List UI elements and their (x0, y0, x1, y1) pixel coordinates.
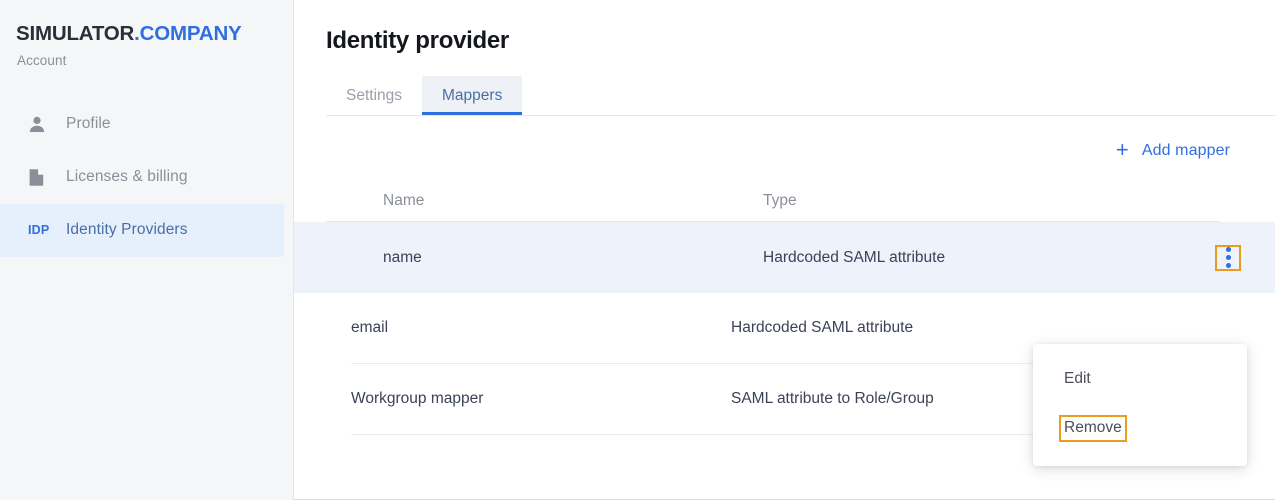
cell-mapper-name: Workgroup mapper (351, 390, 484, 407)
brand-name-accent: .COMPANY (134, 22, 242, 45)
tab-settings[interactable]: Settings (326, 76, 422, 115)
sidebar: SIMULATOR.COMPANY Account Profile Licens… (0, 0, 294, 500)
sidebar-item-label-identity-providers: Identity Providers (66, 221, 188, 239)
add-mapper-label: Add mapper (1141, 142, 1230, 159)
idp-badge-icon: IDP (28, 223, 50, 238)
column-header-name: Name (383, 191, 425, 209)
cell-mapper-type: Hardcoded SAML attribute (731, 319, 914, 336)
menu-item-remove-label: Remove (1059, 415, 1127, 442)
menu-item-edit[interactable]: Edit (1033, 363, 1247, 396)
tab-mappers[interactable]: Mappers (422, 76, 523, 115)
kebab-dot (1225, 263, 1231, 268)
kebab-dot (1225, 255, 1231, 260)
table-toolbar: + Add mapper (294, 116, 1275, 162)
menu-item-remove[interactable]: Remove (1033, 412, 1247, 445)
sidebar-item-label-profile: Profile (66, 115, 111, 133)
page-title: Identity provider (326, 27, 509, 54)
user-icon (28, 115, 52, 133)
cell-mapper-name: email (351, 319, 389, 336)
main-content: Identity provider Settings Mappers + Add… (294, 0, 1275, 500)
column-header-type: Type (763, 191, 797, 209)
sidebar-item-label-licenses: Licenses & billing (66, 168, 188, 186)
cell-mapper-type: Hardcoded SAML attribute (763, 248, 946, 266)
menu-item-edit-label: Edit (1064, 370, 1091, 388)
sidebar-nav: Profile Licenses & billing IDP Identity … (0, 98, 293, 257)
row-context-menu: Edit Remove (1033, 344, 1247, 466)
table-row[interactable]: name Hardcoded SAML attribute (294, 222, 1275, 293)
tab-bar: Settings Mappers (326, 76, 1275, 116)
brand-logo[interactable]: SIMULATOR.COMPANY Account (0, 22, 293, 68)
table-header-row: Name Type (326, 180, 1220, 222)
document-icon (28, 168, 52, 187)
brand-subtitle: Account (17, 52, 67, 68)
sidebar-item-identity-providers[interactable]: IDP Identity Providers (0, 203, 284, 257)
brand-name-main: SIMULATOR (16, 22, 135, 45)
cell-mapper-name: name (383, 248, 422, 266)
brand-title: SIMULATOR.COMPANY (16, 22, 293, 47)
sidebar-item-profile[interactable]: Profile (0, 98, 284, 151)
kebab-dot (1225, 247, 1231, 252)
kebab-menu-icon[interactable] (1215, 244, 1241, 271)
sidebar-item-licenses[interactable]: Licenses & billing (0, 151, 284, 204)
row-actions (1203, 244, 1253, 271)
add-mapper-button[interactable]: + Add mapper (1115, 137, 1230, 162)
app-root: SIMULATOR.COMPANY Account Profile Licens… (0, 0, 1275, 500)
plus-icon: + (1115, 137, 1129, 162)
